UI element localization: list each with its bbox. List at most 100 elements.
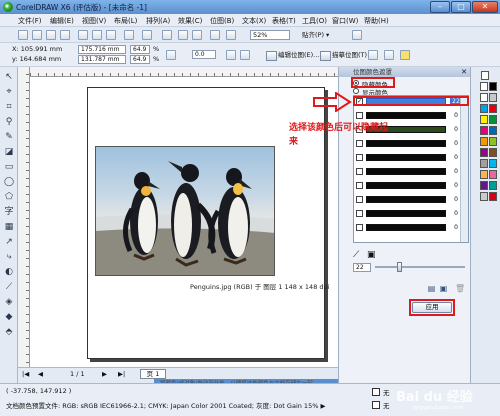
maximize-button[interactable]: □ (451, 1, 471, 13)
scale-y-field[interactable]: 64.9 (130, 55, 150, 64)
mask-color-row[interactable]: 0 (356, 224, 468, 231)
mask-color-row[interactable]: 0 (356, 182, 468, 189)
palette-swatch[interactable] (489, 170, 497, 179)
menu-tools[interactable]: 工具(O) (302, 16, 327, 26)
smart-fill-tool-icon[interactable]: ◪ (3, 146, 15, 158)
crop-bitmap-icon[interactable] (368, 50, 378, 60)
palette-swatch[interactable] (489, 137, 497, 146)
mask-color-row[interactable]: 0 (356, 210, 468, 217)
palette-swatch[interactable] (480, 181, 488, 190)
palette-swatch[interactable] (480, 126, 488, 135)
save-mask-icon[interactable]: ▤ (427, 284, 436, 293)
mirror-vertical-icon[interactable] (240, 50, 250, 60)
dimension-tool-icon[interactable]: ↗ (3, 236, 15, 248)
penguins-bitmap[interactable] (95, 146, 275, 276)
palette-swatch[interactable] (489, 159, 497, 168)
zoom-tool-icon[interactable]: ⚲ (3, 116, 15, 128)
row-checkbox[interactable] (356, 182, 363, 189)
paste-icon[interactable] (106, 30, 116, 40)
palette-swatch[interactable] (480, 148, 488, 157)
bitmap-color-mask-icon[interactable] (400, 50, 410, 60)
polygon-tool-icon[interactable]: ⬠ (3, 191, 15, 203)
table-tool-icon[interactable]: ▦ (3, 221, 15, 233)
lock-ratio-icon[interactable] (166, 50, 176, 60)
tolerance-field[interactable]: 22 (353, 263, 371, 272)
undo-icon[interactable] (124, 30, 134, 40)
palette-swatch[interactable] (489, 126, 497, 135)
mask-color-row[interactable]: 0 (356, 196, 468, 203)
save-icon[interactable] (46, 30, 56, 40)
row-checkbox[interactable] (356, 112, 363, 119)
menu-arrange[interactable]: 排列(A) (146, 16, 170, 26)
show-colors-radio[interactable] (353, 88, 359, 94)
row-checkbox[interactable] (356, 224, 363, 231)
pick-tool-icon[interactable]: ↖ (3, 71, 15, 83)
connector-tool-icon[interactable]: ⤷ (3, 251, 15, 263)
palette-swatch[interactable] (481, 71, 489, 80)
mask-color-row[interactable]: 0 (356, 112, 468, 119)
application-launcher-icon[interactable] (210, 30, 220, 40)
menu-window[interactable]: 窗口(W) (332, 16, 358, 26)
row-checkbox[interactable] (356, 154, 363, 161)
color-selector-eyedropper-icon[interactable]: ⟋ (353, 250, 363, 260)
trace-bitmap-button[interactable]: 描摹位图(T) (320, 49, 367, 61)
zoom-level-select[interactable]: 52% (250, 30, 290, 40)
tolerance-slider-track[interactable] (375, 266, 465, 268)
palette-swatch[interactable] (480, 104, 488, 113)
palette-swatch[interactable] (489, 192, 497, 201)
print-icon[interactable] (60, 30, 70, 40)
mask-color-row[interactable]: 0 (356, 168, 468, 175)
ellipse-tool-icon[interactable]: ◯ (3, 176, 15, 188)
rectangle-tool-icon[interactable]: ▭ (3, 161, 15, 173)
close-button[interactable]: ✕ (472, 1, 498, 13)
mask-color-row[interactable]: 0 (356, 154, 468, 161)
vertical-ruler[interactable] (18, 67, 30, 367)
export-icon[interactable] (192, 30, 202, 40)
outline-indicator-icon[interactable] (372, 401, 380, 409)
freehand-tool-icon[interactable]: ✎ (3, 131, 15, 143)
edit-bitmap-button[interactable]: 编辑位图(E)... (266, 49, 319, 61)
outline-tool-icon[interactable]: ◈ (3, 296, 15, 308)
mirror-horizontal-icon[interactable] (226, 50, 236, 60)
redo-icon[interactable] (142, 30, 152, 40)
first-page-icon[interactable]: |◀ (22, 370, 29, 378)
import-icon[interactable] (178, 30, 188, 40)
cut-icon[interactable] (78, 30, 88, 40)
search-content-icon[interactable] (162, 30, 172, 40)
snap-to-button[interactable]: 贴齐(P) ▾ (302, 30, 342, 40)
options-gear-icon[interactable] (352, 30, 362, 40)
menu-help[interactable]: 帮助(H) (364, 16, 389, 26)
welcome-screen-icon[interactable] (226, 30, 236, 40)
palette-swatch[interactable] (489, 104, 497, 113)
page-tab-1[interactable]: 页 1 (140, 369, 166, 379)
open-icon[interactable] (32, 30, 42, 40)
scale-x-field[interactable]: 64.9 (130, 45, 150, 54)
delete-mask-icon[interactable]: 🗑 (455, 284, 465, 293)
palette-swatch[interactable] (480, 170, 488, 179)
palette-swatch[interactable] (489, 93, 497, 102)
palette-swatch[interactable] (489, 115, 497, 124)
height-field[interactable]: 131.787 mm (78, 55, 126, 64)
palette-swatch[interactable] (480, 115, 488, 124)
interactive-tool-icon[interactable]: ◐ (3, 266, 15, 278)
docker-close-icon[interactable]: ✕ (460, 68, 468, 76)
last-page-icon[interactable]: ▶| (118, 370, 125, 378)
menu-file[interactable]: 文件(F) (18, 16, 42, 26)
menu-effects[interactable]: 效果(C) (178, 16, 202, 26)
y-position-label[interactable]: y: 164.684 mm (12, 55, 61, 63)
menu-bitmaps[interactable]: 位图(B) (210, 16, 234, 26)
palette-swatch[interactable] (489, 148, 497, 157)
menu-text[interactable]: 文本(X) (242, 16, 266, 26)
color-profile-info[interactable]: 文档颜色预置文件: RGB: sRGB IEC61966-2.1; CMYK: … (6, 400, 325, 410)
interactive-fill-icon[interactable]: ⬘ (3, 326, 15, 338)
horizontal-ruler[interactable] (30, 67, 338, 77)
palette-swatch[interactable] (480, 159, 488, 168)
width-field[interactable]: 175.716 mm (78, 45, 126, 54)
row-checkbox[interactable] (356, 196, 363, 203)
menu-table[interactable]: 表格(T) (272, 16, 296, 26)
eyedropper-tool-icon[interactable]: ⟋ (3, 281, 15, 293)
fill-indicator-icon[interactable] (372, 388, 380, 396)
minimize-button[interactable]: – (430, 1, 450, 13)
fill-tool-icon[interactable]: ◆ (3, 311, 15, 323)
menu-edit[interactable]: 编辑(E) (50, 16, 74, 26)
